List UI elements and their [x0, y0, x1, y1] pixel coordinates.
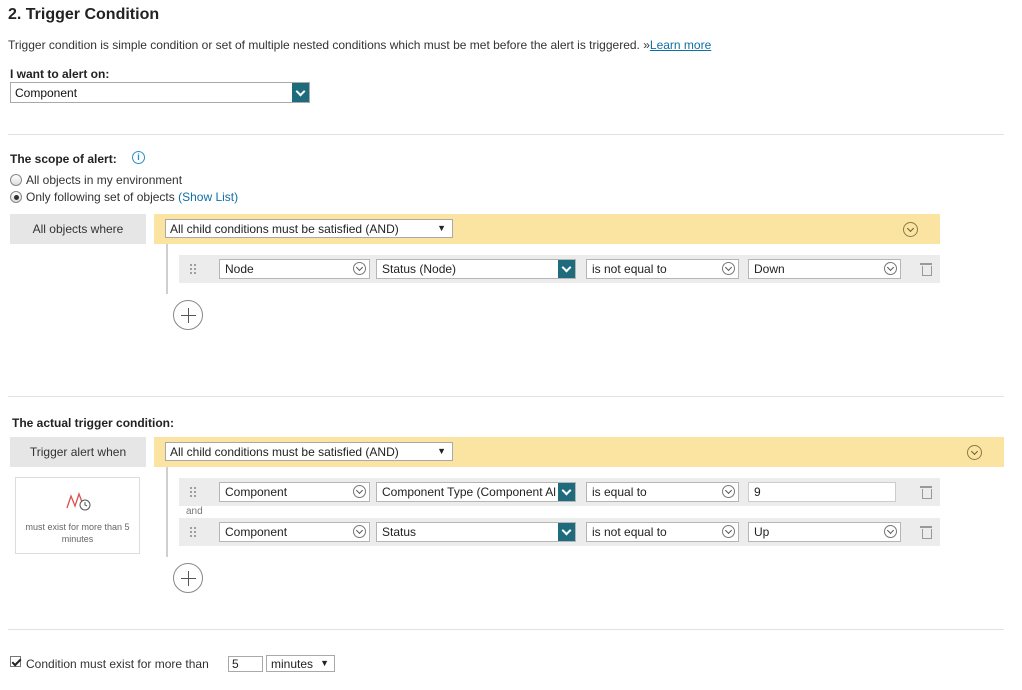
chevron-down-icon	[722, 262, 735, 275]
duration-label: Condition must exist for more than	[26, 657, 209, 671]
trigger-tab: Trigger alert when	[10, 437, 146, 467]
tree-line	[166, 467, 168, 557]
radio-button[interactable]	[10, 174, 22, 186]
scope-condition-row: Node Status (Node) is not equal to Down	[179, 255, 940, 283]
chevron-down-icon[interactable]	[292, 83, 309, 102]
select-value: Component	[225, 525, 288, 539]
trigger-object-select[interactable]: Component	[219, 522, 370, 542]
select-value: Component Type (Component Al	[382, 485, 556, 499]
scope-object-select[interactable]: Node	[219, 259, 370, 279]
trigger-group-operator: All child conditions must be satisfied (…	[170, 445, 399, 459]
radio-following-label: Only following set of objects	[26, 190, 175, 204]
chevron-down-icon	[353, 262, 366, 275]
scope-group-operator: All child conditions must be satisfied (…	[170, 222, 399, 236]
chevron-down-icon	[353, 485, 366, 498]
join-word: and	[186, 506, 203, 517]
drag-handle-icon[interactable]	[189, 263, 197, 275]
description-text: Trigger condition is simple condition or…	[8, 38, 650, 52]
alert-on-label: I want to alert on:	[10, 67, 110, 81]
trigger-operator-select[interactable]: is not equal to	[586, 522, 739, 542]
select-value: Node	[225, 262, 254, 276]
time-condition-icon	[66, 492, 91, 511]
radio-button-selected[interactable]	[10, 191, 22, 203]
chevron-down-icon[interactable]	[558, 523, 575, 541]
chevron-down-circle-icon[interactable]	[967, 445, 982, 460]
trigger-label: The actual trigger condition:	[12, 416, 175, 430]
radio-all-label: All objects in my environment	[26, 173, 183, 187]
chevron-down-circle-icon[interactable]	[903, 222, 918, 237]
add-scope-condition-button[interactable]	[173, 300, 203, 330]
scope-group-bar: All child conditions must be satisfied (…	[154, 214, 940, 244]
learn-more-link[interactable]: Learn more	[650, 38, 711, 52]
chevron-down-icon	[722, 485, 735, 498]
scope-tab: All objects where	[10, 214, 146, 244]
show-list-link[interactable]: (Show List)	[178, 190, 238, 204]
trigger-field-select[interactable]: Status	[376, 522, 576, 542]
info-icon[interactable]: i	[132, 151, 145, 164]
chevron-down-icon	[884, 525, 897, 538]
select-value: Component	[225, 485, 288, 499]
duration-unit-select[interactable]: minutes ▼	[266, 655, 335, 672]
chevron-down-icon[interactable]	[558, 483, 575, 501]
trash-icon[interactable]	[920, 486, 932, 499]
duration-unit: minutes	[271, 657, 314, 671]
radio-all-objects[interactable]: All objects in my environment	[10, 173, 182, 187]
duration-value-input[interactable]: 5	[228, 656, 263, 672]
select-value: Up	[754, 525, 770, 539]
trigger-value-input[interactable]: 9	[748, 482, 896, 502]
trigger-condition-row: Component Status is not equal to Up	[179, 518, 940, 546]
drag-handle-icon[interactable]	[189, 526, 197, 538]
scope-value-select[interactable]: Down	[748, 259, 901, 279]
chevron-down-icon[interactable]	[558, 260, 575, 278]
scope-field-select[interactable]: Status (Node)	[376, 259, 576, 279]
duration-checkbox[interactable]	[10, 656, 21, 667]
trigger-object-select[interactable]: Component	[219, 482, 370, 502]
scope-label: The scope of alert:	[10, 152, 117, 166]
trigger-field-select[interactable]: Component Type (Component Al	[376, 482, 576, 502]
select-value: is not equal to	[592, 525, 667, 539]
input-value: 9	[754, 485, 761, 499]
trash-icon[interactable]	[920, 263, 932, 276]
triangle-down-icon: ▼	[320, 658, 329, 668]
drag-handle-icon[interactable]	[189, 486, 197, 498]
chevron-down-icon	[722, 525, 735, 538]
trigger-group-operator-select[interactable]: All child conditions must be satisfied (…	[165, 442, 453, 461]
scope-operator-select[interactable]: is not equal to	[586, 259, 739, 279]
trigger-value-select[interactable]: Up	[748, 522, 901, 542]
section-description: Trigger condition is simple condition or…	[8, 38, 711, 52]
alert-on-select[interactable]: Component	[10, 82, 310, 103]
select-value: Down	[754, 262, 785, 276]
trigger-group-bar: All child conditions must be satisfied (…	[154, 437, 1004, 467]
chevron-down-icon	[884, 262, 897, 275]
scope-group-operator-select[interactable]: All child conditions must be satisfied (…	[165, 219, 453, 238]
divider	[8, 134, 1004, 135]
trigger-operator-select[interactable]: is equal to	[586, 482, 739, 502]
select-value: is equal to	[592, 485, 647, 499]
radio-following-objects[interactable]: Only following set of objects (Show List…	[10, 190, 238, 204]
select-value: Status	[382, 525, 417, 539]
alert-on-value: Component	[15, 86, 78, 100]
triangle-down-icon: ▼	[437, 446, 446, 456]
section-title: 2. Trigger Condition	[8, 6, 160, 23]
tree-line	[166, 244, 168, 294]
add-trigger-condition-button[interactable]	[173, 563, 203, 593]
chevron-down-icon	[353, 525, 366, 538]
select-value: is not equal to	[592, 262, 667, 276]
trash-icon[interactable]	[920, 526, 932, 539]
divider	[8, 629, 1004, 630]
time-condition-card[interactable]: must exist for more than 5 minutes	[15, 477, 140, 554]
divider	[8, 396, 1004, 397]
time-card-text: must exist for more than 5 minutes	[25, 522, 130, 544]
trigger-condition-row: Component Component Type (Component Al i…	[179, 478, 940, 506]
triangle-down-icon: ▼	[437, 223, 446, 233]
select-value: Status (Node)	[382, 262, 457, 276]
